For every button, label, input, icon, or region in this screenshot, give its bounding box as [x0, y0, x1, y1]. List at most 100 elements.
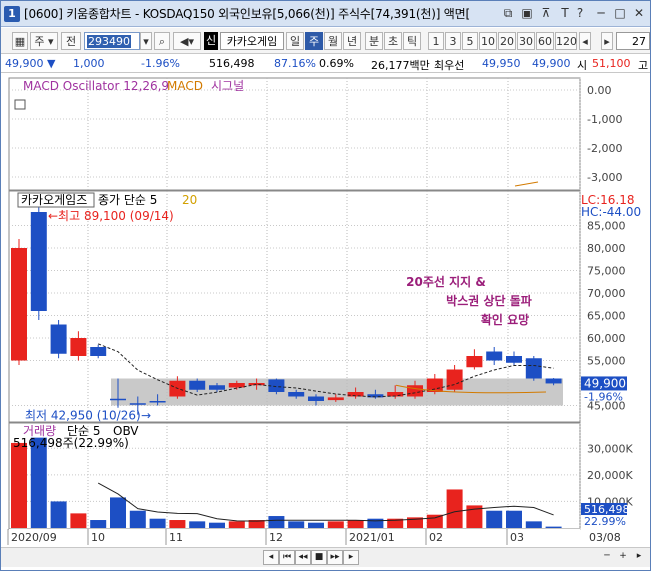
- code-dropdown-icon[interactable]: ▾: [140, 32, 152, 50]
- x-label-1: 10: [91, 531, 105, 544]
- scroll-left-icon[interactable]: ◂: [579, 32, 591, 50]
- volume-pct-tag: 22.99%: [584, 515, 626, 528]
- candle-body-16: [327, 397, 344, 401]
- period-button-2[interactable]: 월: [324, 32, 342, 50]
- note-line-3: 확인 요망: [481, 312, 529, 327]
- scroll-right-icon[interactable]: ▸: [601, 32, 613, 50]
- pin-icon[interactable]: ⊼: [538, 5, 554, 21]
- minute-button-30[interactable]: 30: [517, 32, 535, 50]
- ma-value: 20: [182, 193, 197, 207]
- candle-body-10: [209, 385, 225, 390]
- nav-next-icon[interactable]: ▸: [343, 550, 359, 565]
- search-icon[interactable]: ⌕: [154, 32, 170, 50]
- nav-stop-icon[interactable]: ■: [311, 550, 327, 565]
- volume-bar-17: [347, 520, 364, 528]
- candle-body-26: [525, 358, 542, 379]
- zoom-in-icon[interactable]: +: [615, 550, 631, 565]
- volume-bar-4: [90, 520, 107, 528]
- price-tick-3: 70,000: [587, 287, 626, 300]
- chart-area[interactable]: 0.00 -1,000 -2,000 -3,000 MACD Oscillator 12…: [1, 74, 650, 547]
- period-button-1[interactable]: 주: [305, 32, 323, 50]
- minute-button-120[interactable]: 120: [555, 32, 577, 50]
- volume-bar-8: [169, 520, 186, 528]
- macd-tick-1: -1,000: [587, 113, 622, 126]
- help-icon[interactable]: T: [557, 5, 573, 21]
- volume-bar-15: [308, 522, 324, 528]
- grid-menu-icon[interactable]: ▦: [12, 32, 28, 50]
- prev-button[interactable]: 전: [61, 32, 81, 50]
- candle-body-15: [308, 396, 324, 401]
- low-arrow-icon: →: [141, 409, 151, 423]
- candle-body-22: [446, 369, 463, 390]
- x-label-7: 03/08: [589, 531, 621, 544]
- volume-bar-25: [506, 510, 522, 528]
- current-pct-tag: -1.96%: [584, 390, 623, 403]
- zoom-out-icon[interactable]: ─: [599, 550, 615, 565]
- volume-value: 516,498: [209, 57, 255, 70]
- candle-body-20: [407, 385, 423, 397]
- volume-bar-22: [446, 489, 463, 528]
- stock-label: 카카오게임즈: [21, 193, 87, 207]
- title-bar: 1 [0600] 키움종합차트 - KOSDAQ150 외국인보유[5,066(…: [1, 1, 650, 27]
- hc-label: HC:-44.00: [581, 205, 641, 219]
- minute-button-60[interactable]: 60: [536, 32, 554, 50]
- speaker-icon[interactable]: ◀▾: [173, 32, 201, 50]
- minute-button-10[interactable]: 10: [479, 32, 497, 50]
- price-tick-4: 65,000: [587, 310, 626, 323]
- maximize-button[interactable]: □: [612, 5, 628, 21]
- period-select[interactable]: 주 ▾: [30, 32, 58, 50]
- nav-forward-icon[interactable]: ▸▸: [327, 550, 343, 565]
- minute-button-5[interactable]: 5: [462, 32, 478, 50]
- volume-bar-1: [30, 437, 47, 528]
- period-button-4[interactable]: 분: [365, 32, 383, 50]
- high-label: 고: [638, 59, 649, 72]
- restore-icon[interactable]: ⧉: [500, 5, 516, 21]
- minimize-button[interactable]: ─: [593, 5, 609, 21]
- close-button[interactable]: ✕: [631, 5, 647, 21]
- change-percent: -1.96%: [141, 57, 180, 70]
- volume-bar-27: [545, 526, 562, 528]
- stock-name-field[interactable]: 카카오게임: [220, 32, 284, 50]
- zoom-reset-icon[interactable]: ▸: [631, 550, 647, 565]
- volume-bar-0: [11, 442, 27, 528]
- volume-bar-7: [149, 518, 166, 528]
- candle-body-7: [149, 401, 166, 403]
- count-input[interactable]: 27: [616, 32, 650, 50]
- layout-icon[interactable]: ▣: [519, 5, 535, 21]
- candle-body-14: [288, 392, 305, 397]
- volume-bar-2: [50, 501, 67, 528]
- stock-code-input[interactable]: 293490: [84, 32, 140, 50]
- macd-osc-label: MACD Oscillator 12,26,9: [23, 79, 169, 93]
- period-button-3[interactable]: 년: [343, 32, 361, 50]
- candle-body-6: [129, 403, 146, 405]
- volume-bar-16: [327, 521, 344, 528]
- high-annotation: ←최고 89,100 (09/14): [48, 209, 174, 223]
- note-line-2: 박스권 상단 돌파: [446, 293, 532, 308]
- volume-bar-9: [189, 521, 206, 528]
- candle-body-2: [50, 324, 67, 354]
- nav-first-icon[interactable]: ⏮: [279, 550, 295, 565]
- volume-bar-10: [209, 522, 225, 528]
- note-line-1: 20주선 지지 &: [406, 274, 486, 289]
- question-icon[interactable]: ?: [572, 5, 588, 21]
- period-button-6[interactable]: 틱: [403, 32, 421, 50]
- minute-button-20[interactable]: 20: [498, 32, 516, 50]
- minute-button-3[interactable]: 3: [445, 32, 461, 50]
- nav-prev-icon[interactable]: ◂: [263, 550, 279, 565]
- vol-tick-1: 20,000K: [587, 469, 633, 482]
- price-tick-5: 60,000: [587, 332, 626, 345]
- chart-svg[interactable]: 0.00 -1,000 -2,000 -3,000 MACD Oscillator 12…: [1, 74, 650, 547]
- volume-bar-3: [70, 513, 87, 528]
- period-button-5[interactable]: 초: [384, 32, 402, 50]
- new-badge: 신: [204, 32, 218, 50]
- chart-window: 1 [0600] 키움종합차트 - KOSDAQ150 외국인보유[5,066(…: [0, 0, 651, 571]
- minute-button-1[interactable]: 1: [428, 32, 444, 50]
- nav-back-icon[interactable]: ◂◂: [295, 550, 311, 565]
- macd-tick-3: -3,000: [587, 171, 622, 184]
- x-label-2: 11: [169, 531, 183, 544]
- price-tick-1: 80,000: [587, 242, 626, 255]
- period-button-0[interactable]: 일: [286, 32, 304, 50]
- vol-tick-0: 30,000K: [587, 442, 633, 455]
- macd-tick-2: -2,000: [587, 142, 622, 155]
- candle-body-5: [110, 398, 126, 401]
